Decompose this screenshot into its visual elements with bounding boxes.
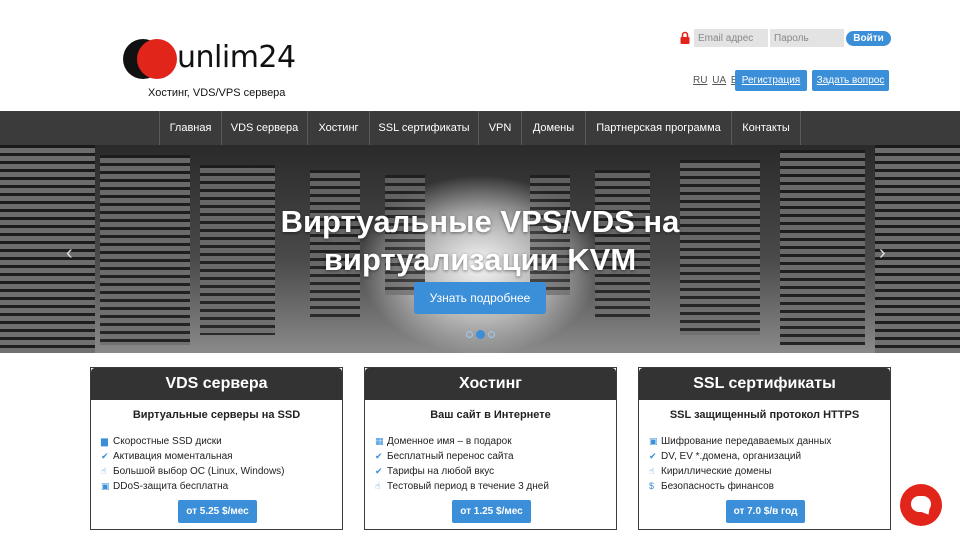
list-item: ✔ Активация моментальная (101, 451, 233, 462)
main-nav: Главная VDS сервера Хостинг SSL сертифик… (0, 111, 960, 145)
drive-icon: ▆ (101, 436, 108, 446)
lock-icon: ▣ (101, 481, 110, 491)
logo-text: unlim24 (177, 40, 296, 75)
carousel-dot-1[interactable] (466, 331, 473, 338)
nav-item-hosting[interactable]: Хостинг (307, 111, 369, 145)
feature-list: ▣ Шифрование передаваемых данных ✔ DV, EV … (639, 434, 890, 494)
tagline: Хостинг, VDS/VPS сервера (148, 87, 286, 99)
register-button[interactable]: Регистрация (735, 70, 807, 91)
carousel-dot-2[interactable] (476, 330, 485, 339)
email-field[interactable] (694, 29, 768, 47)
card-title[interactable]: Хостинг (365, 368, 616, 400)
list-item: ✔ DV, EV *.домена, организаций (649, 451, 802, 462)
lock-icon: ▣ (649, 436, 658, 446)
check-icon: ✔ (649, 451, 657, 461)
nav-item-home[interactable]: Главная (159, 111, 221, 145)
card-hosting: Хостинг Ваш сайт в Интернете ▦ Доменное и… (364, 367, 617, 530)
card-title[interactable]: VDS сервера (91, 368, 342, 400)
grid-icon: ▦ (375, 436, 384, 446)
price-button[interactable]: от 7.0 $/в год (726, 500, 805, 523)
list-item: ▣ DDoS-защита бесплатна (101, 481, 229, 492)
nav-item-contacts[interactable]: Контакты (731, 111, 801, 145)
dollar-icon: $ (649, 481, 655, 491)
list-item: ▆ Скоростные SSD диски (101, 436, 222, 447)
card-ssl: SSL сертификаты SSL защищенный протокол … (638, 367, 891, 530)
check-icon: ✔ (375, 451, 383, 461)
nav-item-vpn[interactable]: VPN (478, 111, 521, 145)
thumbs-up-icon: ☝ (101, 466, 107, 476)
feature-list: ▆ Скоростные SSD диски ✔ Активация момента… (91, 434, 342, 494)
price-button[interactable]: от 1.25 $/мес (452, 500, 531, 523)
lang-ru-link[interactable]: RU (693, 75, 707, 86)
hero-title-line1: Виртуальные VPS/VDS на (280, 204, 680, 239)
card-vds: VDS сервера Виртуальные серверы на SSD ▆… (90, 367, 343, 530)
password-field[interactable] (770, 29, 844, 47)
check-icon: ✔ (375, 466, 383, 476)
card-title[interactable]: SSL сертификаты (639, 368, 890, 400)
nav-item-partner[interactable]: Партнерская программа (585, 111, 731, 145)
list-item: ✔ Тарифы на любой вкус (375, 466, 495, 477)
card-subtitle: Виртуальные серверы на SSD (132, 409, 301, 421)
list-item: ☝ Тестовый период в течение 3 дней (375, 481, 549, 492)
nav-item-ssl[interactable]: SSL сертификаты (369, 111, 478, 145)
carousel-dot-3[interactable] (488, 331, 495, 338)
lock-icon (680, 31, 690, 44)
logo-red-circle (137, 39, 177, 79)
list-item: ☝ Кириллические домены (649, 466, 772, 477)
check-icon: ✔ (101, 451, 109, 461)
thumbs-up-icon: ☝ (375, 481, 381, 491)
list-item: $ Безопасность финансов (649, 481, 774, 492)
card-subtitle: SSL защищенный протокол HTTPS (669, 409, 860, 421)
nav-item-vds[interactable]: VDS сервера (221, 111, 307, 145)
feature-list: ▦ Доменное имя – в подарок ✔ Бесплатный пе… (365, 434, 616, 494)
list-item: ✔ Бесплатный перенос сайта (375, 451, 514, 462)
hero-title: Виртуальные VPS/VDS на виртуализации KVM (0, 203, 960, 279)
learn-more-button[interactable]: Узнать подробнее (414, 282, 546, 314)
chat-button[interactable] (900, 484, 942, 526)
logo[interactable]: unlim24 (123, 38, 296, 82)
price-button[interactable]: от 5.25 $/мес (178, 500, 257, 523)
nav-item-domains[interactable]: Домены (521, 111, 585, 145)
list-item: ▦ Доменное имя – в подарок (375, 436, 512, 447)
page: unlim24 Хостинг, VDS/VPS сервера Войти R… (0, 0, 960, 540)
carousel-next-icon[interactable]: › (879, 242, 886, 265)
list-item: ☝ Большой выбор ОС (Linux, Windows) (101, 466, 285, 477)
login-button[interactable]: Войти (846, 31, 891, 46)
lang-ua-link[interactable]: UA (712, 75, 726, 86)
list-item: ▣ Шифрование передаваемых данных (649, 436, 832, 447)
card-subtitle: Ваш сайт в Интернете (430, 409, 551, 421)
carousel-prev-icon[interactable]: ‹ (66, 242, 73, 265)
hero-title-line2: виртуализации KVM (323, 242, 637, 277)
ask-question-button[interactable]: Задать вопрос (812, 70, 889, 91)
thumbs-up-icon: ☝ (649, 466, 655, 476)
